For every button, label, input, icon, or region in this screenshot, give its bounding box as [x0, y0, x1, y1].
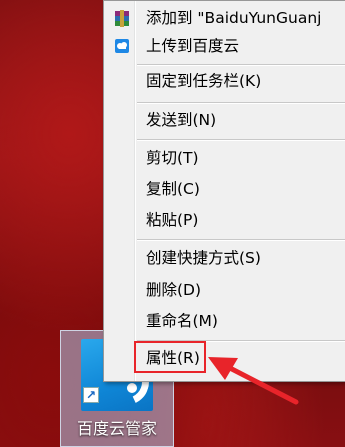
- menu-separator: [137, 239, 345, 241]
- menu-item-label: 添加到 "BaiduYunGuanj: [146, 9, 322, 27]
- desktop: ↗ 百度云管家 添加到 "BaiduYunGuanj 上传到百度云 固定到任务栏…: [0, 0, 345, 447]
- menu-item-label: 粘贴(P): [146, 211, 199, 229]
- menu-item-copy[interactable]: 复制(C): [106, 177, 345, 202]
- menu-item-add-to-archive[interactable]: 添加到 "BaiduYunGuanj: [106, 6, 345, 31]
- menu-item-pin-taskbar[interactable]: 固定到任务栏(K): [106, 69, 345, 94]
- menu-item-create-shortcut[interactable]: 创建快捷方式(S): [106, 246, 345, 271]
- desktop-shortcut-label: 百度云管家: [76, 419, 157, 438]
- properties-highlight-box: [134, 341, 206, 373]
- winrar-books-icon: [114, 10, 130, 27]
- menu-item-label: 剪切(T): [146, 149, 199, 167]
- menu-item-cut[interactable]: 剪切(T): [106, 146, 345, 171]
- context-menu: 添加到 "BaiduYunGuanj 上传到百度云 固定到任务栏(K) 发送到(…: [103, 0, 345, 382]
- menu-item-upload-baidu[interactable]: 上传到百度云: [106, 34, 345, 59]
- menu-item-label: 上传到百度云: [146, 37, 240, 55]
- menu-item-delete[interactable]: 删除(D): [106, 278, 345, 303]
- shortcut-arrow-icon: ↗: [83, 387, 99, 403]
- menu-item-label: 发送到(N): [146, 111, 217, 129]
- menu-item-paste[interactable]: 粘贴(P): [106, 208, 345, 233]
- menu-item-label: 固定到任务栏(K): [146, 72, 262, 90]
- menu-item-label: 复制(C): [146, 180, 200, 198]
- menu-separator: [137, 102, 345, 104]
- menu-item-send-to[interactable]: 发送到(N): [106, 108, 345, 133]
- menu-item-label: 删除(D): [146, 281, 202, 299]
- menu-separator: [137, 139, 345, 141]
- menu-separator: [137, 64, 345, 66]
- menu-item-rename[interactable]: 重命名(M): [106, 309, 345, 334]
- menu-item-label: 创建快捷方式(S): [146, 249, 261, 267]
- baidu-cloud-upload-icon: [114, 38, 130, 54]
- menu-item-label: 重命名(M): [146, 312, 218, 330]
